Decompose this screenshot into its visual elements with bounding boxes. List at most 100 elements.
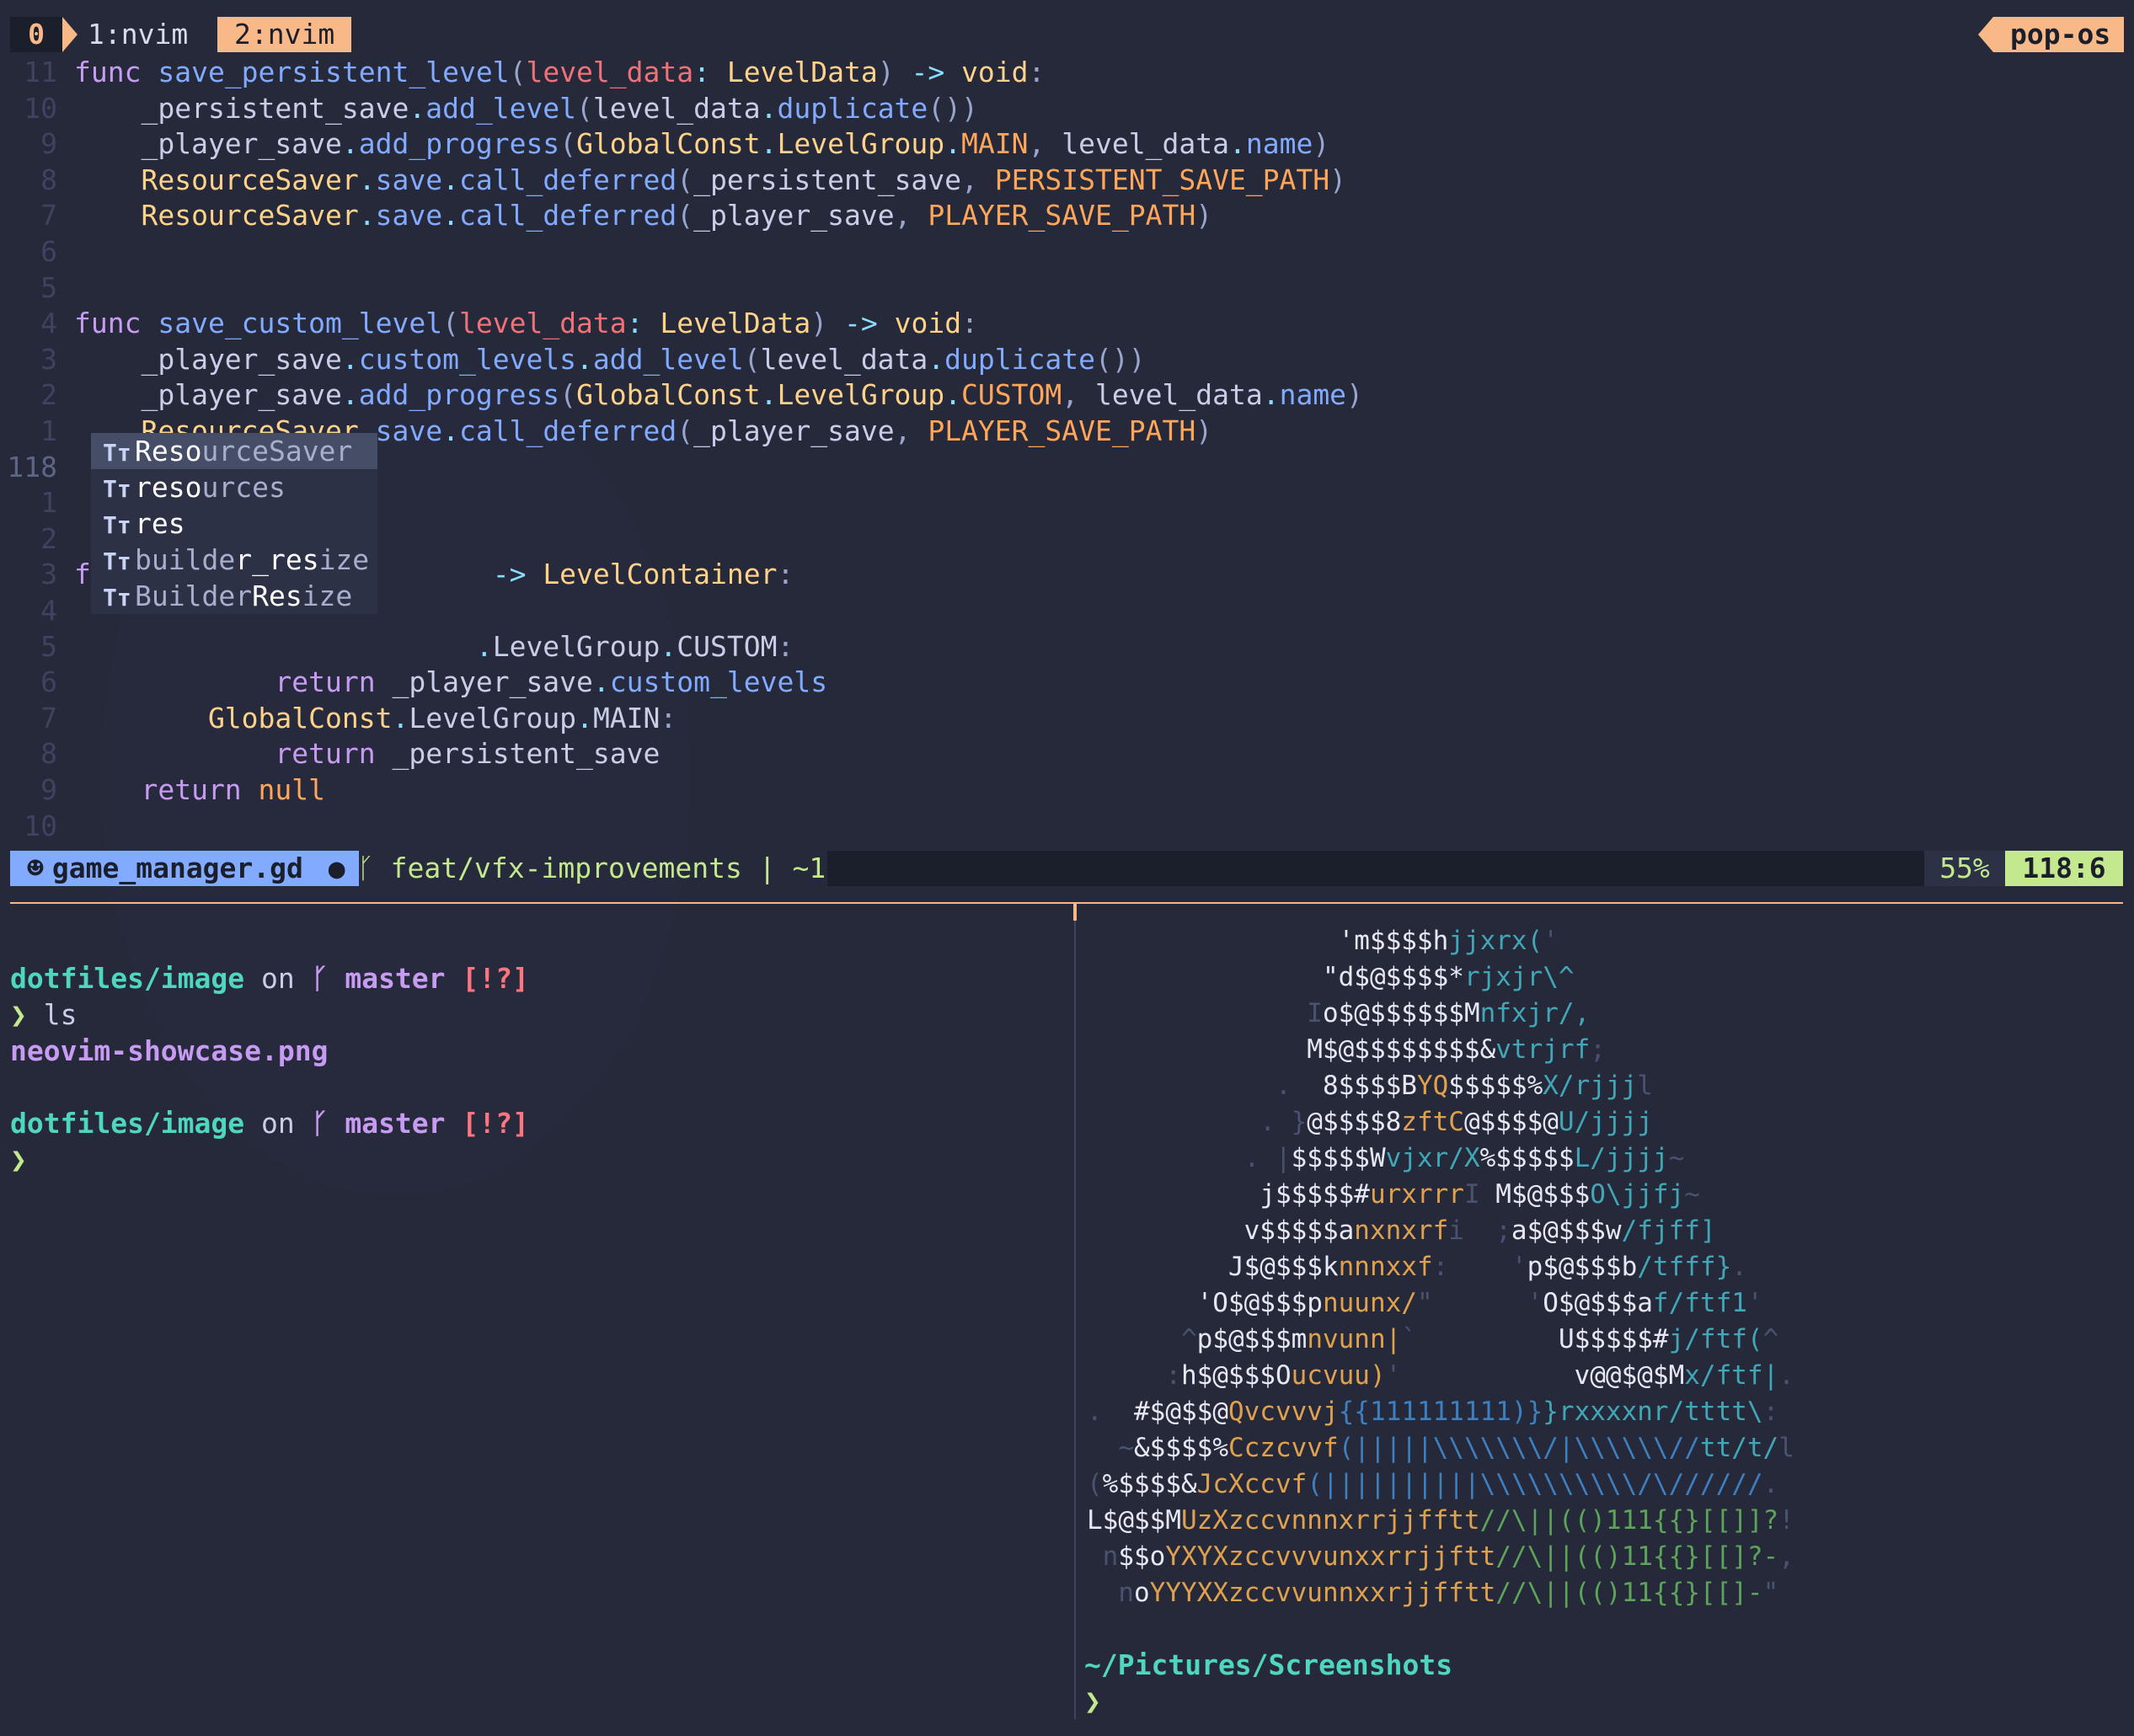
text-kind-icon: Tт (103, 439, 131, 467)
neovim-statusline: ☻ game_manager.gd ● ᚴ feat/vfx-improvemen… (10, 851, 2123, 886)
line-number: 7 (40, 199, 57, 232)
powerline-separator (1978, 17, 1993, 52)
code-text: GlobalConst.LevelGroup.MAIN: (74, 701, 677, 734)
code-text: _player_save.custom_levels.add_level(lev… (74, 342, 1146, 376)
line-number: 6 (40, 235, 57, 268)
prompt-dir: dotfiles/image (10, 962, 245, 995)
text-kind-icon: Tт (103, 548, 131, 575)
ascii-art-line: v$$$$$anxnxrfi ;a$@$$$w/fjff] (1087, 1215, 1716, 1246)
shell-pane-left[interactable]: dotfiles/image on ᚴ master [!?] ❯ ls neo… (10, 960, 529, 1178)
line-number: 2 (40, 521, 57, 555)
modified-indicator: ● (328, 852, 345, 884)
completion-item[interactable]: Tт BuilderResize (91, 578, 377, 614)
git-branch-icon: ᚴ (357, 852, 391, 884)
prompt-git-flags: [!?] (462, 962, 529, 995)
git-branch-icon: ᚴ (311, 962, 345, 995)
ascii-art-line: M$@$$$$$$$$&vtrjrf; (1087, 1034, 1606, 1065)
ls-output-file: neovim-showcase.png (10, 1034, 329, 1067)
line-number: 10 (24, 91, 57, 125)
line-number: 8 (40, 163, 57, 196)
tmux-window-1[interactable]: 1:nvim (88, 17, 188, 52)
line-number: 8 (40, 737, 57, 771)
line-number: 1 (40, 486, 57, 520)
code-text: return _player_save.custom_levels (74, 665, 828, 699)
pane-divider-marker (1073, 902, 1077, 921)
ascii-art-line: L$@$$MUzXzccvnnnxrrjjfftt//\||(()111{{}[… (1087, 1505, 1794, 1536)
completion-menu[interactable]: Tт ResourceSaver Tт resources Tт res Tт builder… (91, 433, 377, 614)
completion-item[interactable]: Tт res (91, 505, 377, 542)
code-text: .LevelGroup.CUSTOM: (475, 629, 794, 663)
completion-item[interactable]: Tт ResourceSaver (91, 433, 377, 469)
shell-input-line[interactable]: ❯ (1084, 1683, 1452, 1719)
ascii-art-line: 'O$@$$$pnuunx/" 'O$@$$$af/ftf1' (1087, 1288, 1763, 1318)
prompt-char: ❯ (1084, 1685, 1101, 1717)
line-number: 3 (40, 342, 57, 376)
text-kind-icon: Tт (103, 475, 131, 503)
line-number: 3 (40, 558, 57, 591)
line-number: 1 (40, 414, 57, 447)
line-number: 6 (40, 665, 57, 699)
prompt-on: on (261, 962, 295, 995)
shell-prompt-line: dotfiles/image on ᚴ master [!?] (10, 1105, 529, 1141)
shell-prompt-line: dotfiles/image on ᚴ master [!?] (10, 960, 529, 996)
code-text: return null (74, 773, 326, 806)
code-text: ResourceSaver.save.call_deferred(_player… (74, 199, 1213, 232)
ascii-art-logo: 'm$$$$hjjxrx(' "d$@$$$$*rjxjr\^ Io$@$$$$… (1087, 923, 1794, 1611)
code-text: _persistent_save.add_level(level_data.du… (74, 91, 978, 125)
code-text: func save_custom_level(level_data: Level… (74, 307, 978, 340)
statusline-git: ᚴ feat/vfx-improvements | ~1 (357, 851, 826, 886)
prompt-branch: master (345, 1107, 446, 1140)
ascii-art-line: . 8$$$$BYQ$$$$$%X/rjjjl (1087, 1071, 1653, 1101)
line-number: 4 (40, 307, 57, 340)
statusline-position: 118:6 (2005, 851, 2123, 886)
ascii-art-line: 'm$$$$hjjxrx(' (1087, 926, 1559, 956)
statusline-percent: 55% (1924, 851, 2005, 886)
pane-divider-horizontal[interactable] (10, 902, 2123, 904)
ascii-art-line: J$@$$$knnnxxf: 'p$@$$$b/tfff}. (1087, 1252, 1747, 1282)
code-text: ResourceSaver.save.call_deferred(_persis… (74, 163, 1347, 196)
statusline-branch: feat/vfx-improvements | ~1 (390, 852, 826, 884)
ascii-art-line: . }@$$$$8zftC@$$$$@U/jjjj (1087, 1107, 1653, 1137)
ascii-art-line: j$$$$$#urxrrrI M$@$$$O\jjfj~ (1260, 1179, 1700, 1210)
shell-pane-right[interactable]: ~/Pictures/Screenshots ❯ (1084, 1647, 1452, 1719)
line-number: 5 (40, 629, 57, 663)
ascii-art-line: Io$@$$$$$$Mnfxjr/, (1087, 998, 1591, 1028)
godot-icon: ☻ (27, 852, 44, 884)
ascii-art-line: . |$$$$$Wvjxr/X%$$$$$L/jjjj~ (1087, 1143, 1685, 1173)
statusline-file: ☻ game_manager.gd ● (10, 851, 359, 886)
tmux-hostname: pop-os (1993, 17, 2125, 52)
ascii-art-line: noYYYXXzccvvunnxxrjjfftt//\||(()11{{}[[]… (1087, 1578, 1779, 1608)
line-number: 2 (40, 378, 57, 412)
tmux-window-2-active[interactable]: 2:nvim (217, 17, 352, 52)
ascii-art-line: n$$oYXYXzccvvvunxxrrjjftt//\||(()11{{}[[… (1087, 1541, 1794, 1572)
line-number: 9 (40, 127, 57, 161)
tmux-session: 0 (10, 17, 62, 52)
completion-item[interactable]: Tт builder_resize (91, 542, 377, 578)
statusline-fill (827, 851, 1924, 886)
tmux-status-bar: 0 1:nvim 2:nvim pop-os (0, 0, 2134, 52)
line-number: 11 (24, 56, 57, 88)
completion-item[interactable]: Tт resources (91, 469, 377, 505)
prompt-char: ❯ (10, 1143, 27, 1176)
ascii-art-line: "d$@$$$$*rjxjr\^ (1087, 962, 1575, 992)
prompt-dir: ~/Pictures/Screenshots (1084, 1648, 1453, 1681)
ascii-art-line: . #$@$$@Qvcvvvj{{111111111)}}rxxxxnr/ttt… (1087, 1397, 1779, 1427)
text-kind-icon: Tт (103, 511, 131, 539)
line-number: 10 (24, 809, 57, 842)
ascii-art-line: (%$$$$&JcXccvf(||||||||||\\\\\\\\\\/\///… (1087, 1469, 1779, 1499)
text-kind-icon: Tт (103, 584, 131, 612)
code-text: func save_persistent_level(level_data: L… (74, 56, 1046, 88)
pane-divider-vertical[interactable] (1074, 904, 1076, 1719)
line-number: 7 (40, 701, 57, 734)
statusline-filename: game_manager.gd (51, 852, 303, 884)
ascii-art-line: :h$@$$$Oucvuu)' v@@$@$Mx/ftf|. (1087, 1360, 1794, 1391)
git-branch-icon: ᚴ (311, 1107, 345, 1140)
prompt-char: ❯ (10, 998, 27, 1031)
shell-command-line: ❯ ls (10, 996, 529, 1033)
code-text: _player_save.add_progress(GlobalConst.Le… (74, 378, 1363, 412)
powerline-separator (62, 17, 78, 52)
shell-input-line[interactable]: ❯ (10, 1141, 529, 1178)
code-text: _player_save.add_progress(GlobalConst.Le… (74, 127, 1330, 161)
ascii-art-line: ~&$$$$%Cczcvvf(|||||\\\\\\\/|\\\\\\//tt/… (1087, 1433, 1794, 1463)
